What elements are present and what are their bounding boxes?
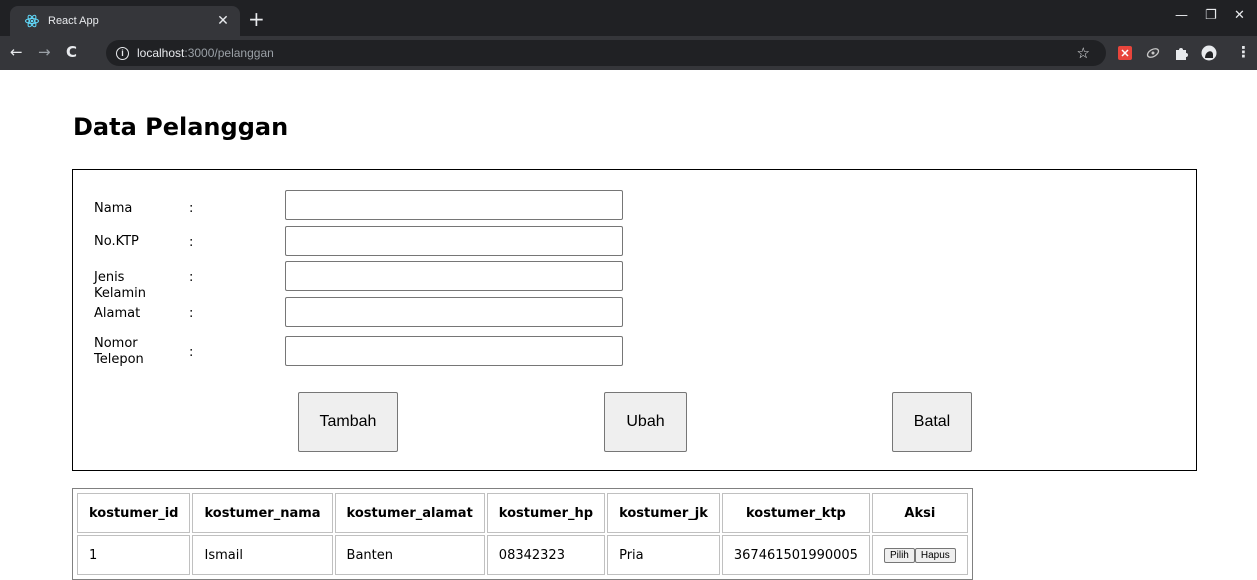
page-title: Data Pelanggan (73, 113, 289, 141)
nama-input[interactable] (285, 190, 623, 220)
extension-icon[interactable] (1145, 45, 1161, 61)
restore-icon[interactable]: ❐ (1205, 8, 1217, 23)
ktp-input[interactable] (285, 226, 623, 256)
hapus-button[interactable]: Hapus (914, 548, 956, 563)
cell-ktp: 367461501990005 (721, 535, 870, 575)
field-label-ktp: No.KTP (94, 234, 139, 249)
field-colon: : (189, 306, 194, 321)
minimize-icon[interactable]: — (1175, 8, 1188, 23)
cell-jk: Pria (607, 535, 720, 575)
field-label-jenis-kelamin: Jenis Kelamin (94, 270, 146, 301)
customer-table: kostumer_id kostumer_nama kostumer_alama… (72, 488, 973, 580)
extension-icon[interactable] (1117, 45, 1133, 61)
field-label-nama: Nama (94, 201, 133, 216)
table-header-row: kostumer_id kostumer_nama kostumer_alama… (77, 493, 968, 533)
column-header: kostumer_hp (486, 493, 606, 533)
forward-arrow-icon[interactable]: → (38, 44, 51, 60)
field-colon: : (189, 235, 194, 250)
address-bar[interactable]: i localhost:3000/pelanggan ☆ (106, 40, 1106, 66)
puzzle-icon[interactable] (1173, 45, 1189, 61)
url-text: localhost:3000/pelanggan (137, 46, 274, 60)
cell-nama: Ismail (192, 535, 333, 575)
back-arrow-icon[interactable]: ← (10, 44, 23, 60)
field-label-alamat: Alamat (94, 306, 141, 321)
window-close-icon[interactable]: ✕ (1234, 8, 1245, 23)
browser-tab-strip: React App ✕ + — ❐ ✕ (0, 0, 1257, 36)
star-icon[interactable]: ☆ (1077, 44, 1090, 62)
info-icon[interactable]: i (116, 46, 129, 60)
cell-hp: 08342323 (486, 535, 606, 575)
tambah-button[interactable]: Tambah (298, 392, 398, 452)
field-colon: : (189, 345, 194, 360)
tab-title: React App (48, 15, 99, 27)
column-header: kostumer_ktp (721, 493, 870, 533)
cell-aksi: Pilih Hapus (871, 535, 968, 575)
ubah-button[interactable]: Ubah (604, 392, 687, 452)
column-header: kostumer_nama (192, 493, 333, 533)
close-icon[interactable]: ✕ (214, 12, 232, 30)
field-colon: : (189, 201, 194, 216)
plus-icon[interactable]: + (248, 9, 265, 29)
cell-alamat: Banten (334, 535, 485, 575)
cell-id: 1 (77, 535, 191, 575)
field-colon: : (189, 270, 194, 285)
jenis-kelamin-input[interactable] (285, 261, 623, 291)
react-icon (24, 13, 40, 29)
column-header: kostumer_jk (607, 493, 720, 533)
table-row: 1 Ismail Banten 08342323 Pria 3674615019… (77, 535, 968, 575)
reload-icon[interactable]: C (66, 44, 77, 60)
profile-avatar-icon[interactable] (1201, 45, 1217, 61)
alamat-input[interactable] (285, 297, 623, 327)
customer-form: Nama : No.KTP : Jenis Kelamin : Alamat :… (72, 169, 1197, 471)
browser-toolbar: ← → C i localhost:3000/pelanggan ☆ ⋮ (0, 36, 1257, 70)
batal-button[interactable]: Batal (892, 392, 972, 452)
browser-tab[interactable]: React App ✕ (10, 6, 240, 36)
nomor-telepon-input[interactable] (285, 336, 623, 366)
kebab-menu-icon[interactable]: ⋮ (1236, 44, 1251, 60)
column-header: Aksi (871, 493, 968, 533)
pilih-button[interactable]: Pilih (883, 548, 915, 563)
column-header: kostumer_alamat (334, 493, 485, 533)
field-label-nomor-telepon: Nomor Telepon (94, 336, 144, 367)
column-header: kostumer_id (77, 493, 191, 533)
